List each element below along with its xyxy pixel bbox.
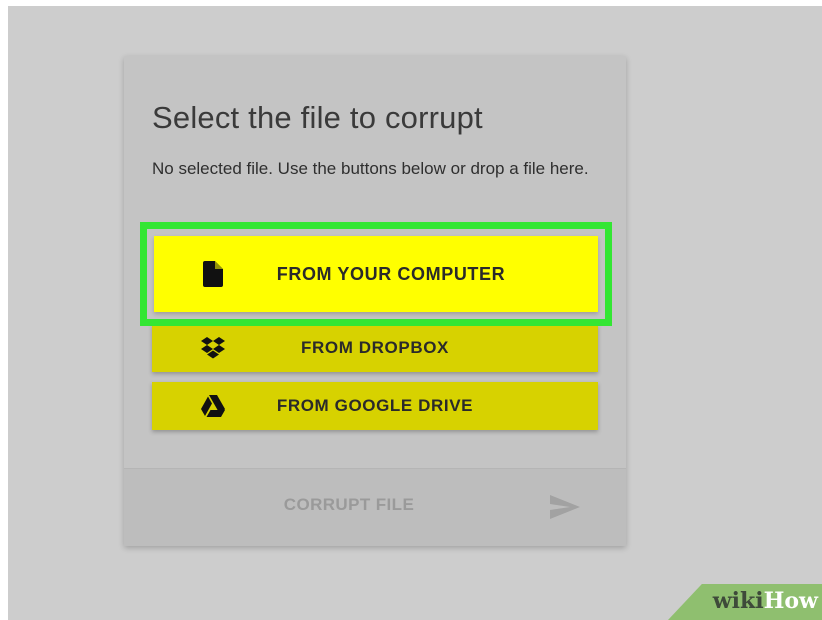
from-google-drive-button[interactable]: FROM GOOGLE DRIVE [152, 382, 598, 430]
dropbox-icon [200, 335, 226, 361]
wikihow-logo: wikiHow [712, 588, 818, 614]
corrupt-file-button[interactable]: CORRUPT FILE [224, 495, 474, 515]
card-description: No selected file. Use the buttons below … [152, 159, 589, 178]
google-drive-icon [200, 393, 226, 419]
send-icon[interactable] [548, 493, 582, 521]
card-footer: CORRUPT FILE [124, 468, 626, 546]
from-dropbox-button[interactable]: FROM DROPBOX [152, 324, 598, 372]
file-icon [200, 261, 226, 287]
card-title: Select the file to corrupt [152, 100, 483, 135]
from-your-computer-button[interactable]: FROM YOUR COMPUTER [154, 236, 598, 312]
